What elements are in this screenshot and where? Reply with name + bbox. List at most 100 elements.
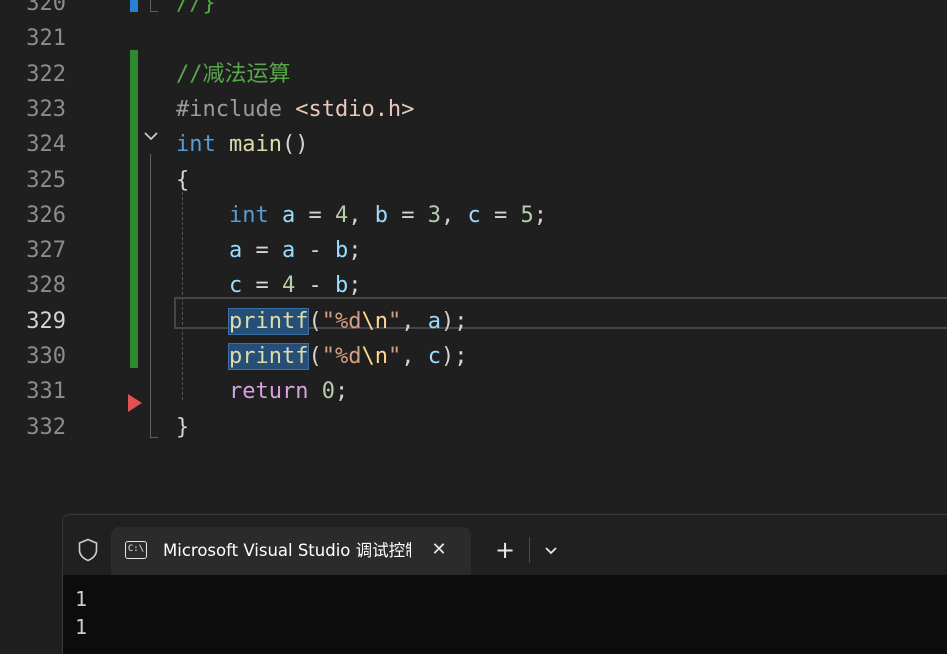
code-token: c bbox=[427, 344, 441, 369]
code-text[interactable]: //减法运算 bbox=[176, 57, 291, 92]
code-token: ); bbox=[440, 308, 468, 334]
code-token: , bbox=[401, 308, 428, 334]
console-tab[interactable]: C:\ Microsoft Visual Studio 调试控制台 ✕ bbox=[111, 527, 471, 575]
code-line[interactable]: 320 //} bbox=[0, 0, 947, 21]
code-token: int bbox=[228, 202, 269, 228]
add-tab-icon[interactable]: + bbox=[493, 535, 517, 565]
code-token: c bbox=[228, 273, 243, 299]
code-token: a bbox=[427, 308, 441, 334]
line-number: 325 bbox=[26, 167, 66, 193]
code-token: int bbox=[176, 132, 216, 158]
code-text[interactable]: } bbox=[176, 410, 189, 445]
code-token: 3 bbox=[427, 202, 441, 228]
code-token: main bbox=[229, 132, 282, 158]
code-token: a bbox=[281, 202, 296, 228]
code-text[interactable]: //} bbox=[176, 0, 216, 21]
code-text[interactable]: #include <stdio.h> bbox=[176, 92, 414, 127]
code-token: b bbox=[334, 273, 349, 299]
code-line[interactable]: 326 int a = 4, b = 3, c = 5; bbox=[0, 198, 947, 233]
code-token: ( bbox=[308, 308, 322, 334]
tab-title: Microsoft Visual Studio 调试控制台 bbox=[163, 541, 411, 560]
code-token: = bbox=[387, 202, 428, 228]
code-token: - bbox=[295, 273, 335, 299]
code-token: , bbox=[348, 202, 375, 228]
code-token: , bbox=[401, 344, 428, 369]
code-text[interactable]: printf("%d\n", c); bbox=[176, 339, 467, 374]
code-editor[interactable]: 320//} 321 322//减法运算 323 #include <stdio.h> 3… bbox=[0, 0, 947, 510]
output-line: 1 bbox=[75, 587, 88, 611]
code-line[interactable]: 330 printf("%d\n", c); bbox=[0, 339, 947, 374]
code-token: ; bbox=[348, 273, 362, 299]
code-line[interactable]: 321 bbox=[0, 21, 947, 56]
code-token: \n bbox=[361, 344, 388, 369]
code-token: { bbox=[176, 167, 190, 193]
code-token: \n bbox=[361, 308, 388, 334]
code-line[interactable]: 322 //减法运算 bbox=[0, 57, 947, 92]
code-text[interactable]: int a = 4, b = 3, c = 5; bbox=[176, 198, 547, 233]
line-number: 328 bbox=[26, 273, 66, 299]
code-token: <stdio.h> bbox=[295, 96, 415, 122]
console-output: 1 1 bbox=[63, 575, 947, 654]
tab-separator bbox=[529, 537, 530, 563]
code-token: a bbox=[281, 238, 296, 264]
code-line[interactable]: 323 #include <stdio.h> bbox=[0, 92, 947, 127]
code-token: 5 bbox=[520, 202, 534, 228]
line-number: 320 bbox=[26, 0, 66, 16]
code-token: = bbox=[480, 202, 521, 228]
code-token: ( bbox=[308, 344, 322, 369]
line-number: 329 bbox=[26, 308, 66, 334]
code-token: ; bbox=[533, 202, 547, 228]
code-text[interactable]: c = 4 - b; bbox=[176, 268, 362, 303]
code-token: "%d bbox=[321, 344, 362, 369]
debug-console-window[interactable]: C:\ Microsoft Visual Studio 调试控制台 ✕ + 1 … bbox=[62, 514, 947, 654]
shield-icon bbox=[77, 538, 99, 562]
chevron-down-icon[interactable] bbox=[539, 537, 563, 563]
code-token: c bbox=[467, 202, 481, 228]
code-token: 4 bbox=[334, 202, 349, 228]
code-text[interactable]: return 0; bbox=[176, 374, 348, 409]
code-text[interactable]: int main() bbox=[176, 127, 308, 162]
code-line[interactable]: 331 return 0; bbox=[0, 374, 947, 409]
code-line[interactable]: 324 int main() bbox=[0, 127, 947, 162]
highlighted-token: printf bbox=[227, 307, 310, 335]
code-line[interactable]: 332} bbox=[0, 410, 947, 445]
code-token: //} bbox=[176, 0, 216, 16]
code-token: 0 bbox=[321, 379, 335, 405]
code-text[interactable]: a = a - b; bbox=[176, 233, 362, 268]
line-number: 331 bbox=[26, 379, 66, 405]
code-token: = bbox=[242, 238, 282, 264]
code-line[interactable]: 325 { bbox=[0, 163, 947, 198]
line-number: 323 bbox=[26, 96, 66, 122]
code-token: - bbox=[295, 238, 335, 264]
code-line[interactable]: 328 c = 4 - b; bbox=[0, 268, 947, 303]
highlighted-token: printf bbox=[227, 343, 310, 370]
code-token: #include bbox=[176, 96, 296, 122]
code-text[interactable]: printf("%d\n", a); bbox=[176, 304, 467, 339]
line-number: 321 bbox=[26, 26, 66, 52]
code-token: ); bbox=[440, 344, 468, 369]
code-token: return bbox=[228, 379, 309, 405]
code-token: a bbox=[228, 238, 243, 264]
line-number: 322 bbox=[26, 61, 66, 87]
code-token: " bbox=[387, 344, 402, 369]
tab-strip: C:\ Microsoft Visual Studio 调试控制台 ✕ + bbox=[63, 515, 947, 575]
code-token: b bbox=[334, 238, 349, 264]
code-token: = bbox=[295, 202, 335, 228]
code-text[interactable]: { bbox=[176, 163, 189, 198]
line-number: 332 bbox=[26, 414, 66, 440]
output-line: 1 bbox=[75, 615, 88, 639]
line-number: 324 bbox=[26, 132, 66, 158]
code-line[interactable]: 329 printf("%d\n", a); bbox=[0, 304, 947, 339]
line-number: 326 bbox=[26, 202, 66, 228]
code-token: //减法运算 bbox=[176, 61, 291, 87]
close-icon[interactable]: ✕ bbox=[429, 537, 449, 563]
code-line[interactable]: 327 a = a - b; bbox=[0, 233, 947, 268]
